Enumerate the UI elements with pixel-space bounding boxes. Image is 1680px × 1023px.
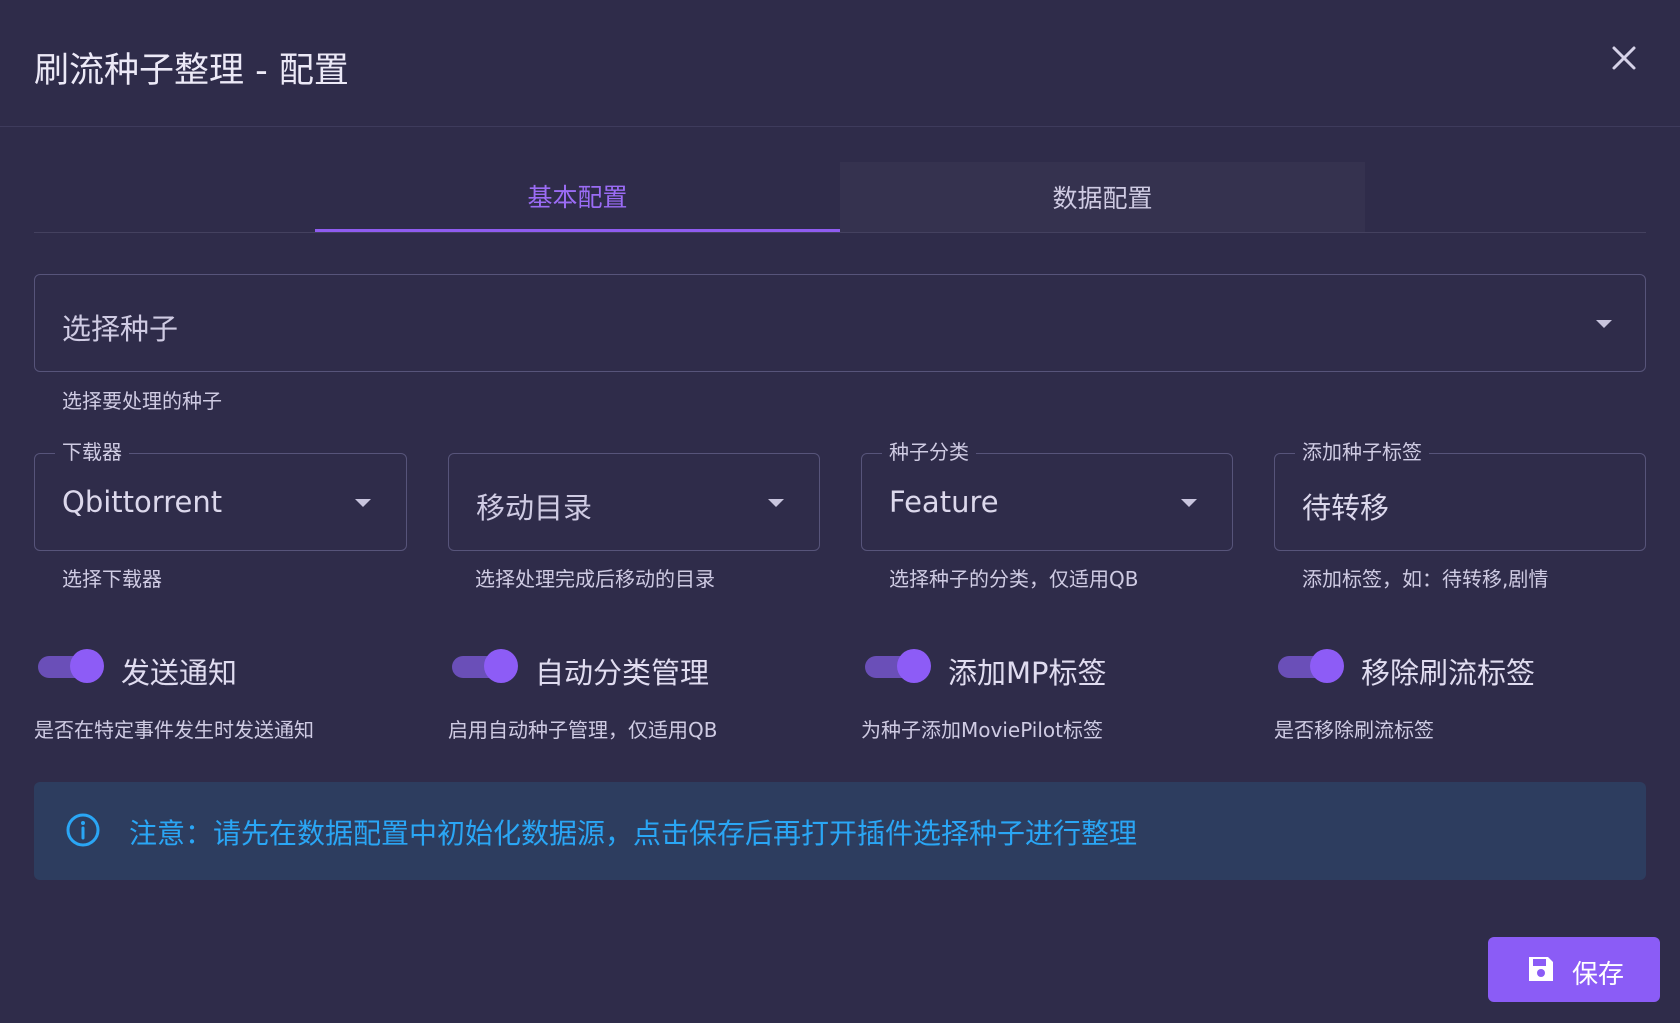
auto-category-switch-hint: 启用自动种子管理，仅适用QB [448, 718, 718, 742]
save-icon [1526, 954, 1556, 984]
remove-brush-tag-switch[interactable] [1278, 646, 1348, 686]
switch-thumb [484, 649, 518, 683]
dialog-title: 刷流种子整理 - 配置 [34, 51, 349, 91]
add-tag-label: 添加种子标签 [1295, 440, 1429, 464]
info-alert: 注意：请先在数据配置中初始化数据源，点击保存后再打开插件选择种子进行整理 [34, 782, 1646, 880]
dialog-header: 刷流种子整理 - 配置 [0, 0, 1680, 127]
close-icon[interactable] [1604, 38, 1644, 78]
mp-tag-switch[interactable] [865, 646, 935, 686]
tab-bar: 基本配置 数据配置 [34, 162, 1646, 233]
save-button-label: 保存 [1572, 960, 1625, 990]
add-tag-hint: 添加标签，如：待转移,剧情 [1302, 567, 1549, 591]
category-value: Feature [889, 485, 999, 519]
chevron-down-icon [355, 499, 371, 507]
downloader-label: 下载器 [55, 440, 129, 464]
switch-thumb [1310, 649, 1344, 683]
downloader-select[interactable]: 下载器 Qbittorrent [34, 440, 407, 551]
auto-category-switch-label: 自动分类管理 [535, 656, 710, 690]
move-dir-placeholder: 移动目录 [476, 491, 593, 525]
move-dir-hint: 选择处理完成后移动的目录 [475, 567, 715, 591]
notify-switch-hint: 是否在特定事件发生时发送通知 [34, 718, 314, 742]
remove-brush-tag-switch-hint: 是否移除刷流标签 [1274, 718, 1434, 742]
config-dialog: 刷流种子整理 - 配置 基本配置 数据配置 选择种子 选择要处理的种子 下载器 … [0, 0, 1680, 1023]
torrent-select-hint: 选择要处理的种子 [62, 389, 222, 413]
category-hint: 选择种子的分类，仅适用QB [889, 567, 1139, 591]
torrent-select[interactable]: 选择种子 [34, 274, 1646, 372]
add-tag-value: 待转移 [1302, 491, 1390, 525]
mp-tag-switch-label: 添加MP标签 [948, 656, 1107, 690]
notify-switch[interactable] [38, 646, 108, 686]
add-tag-input[interactable]: 添加种子标签 待转移 [1274, 440, 1646, 551]
chevron-down-icon [1181, 499, 1197, 507]
tab-basic-config[interactable]: 基本配置 [315, 162, 840, 232]
tab-data-config[interactable]: 数据配置 [840, 162, 1365, 232]
chevron-down-icon [1596, 320, 1612, 328]
torrent-select-placeholder: 选择种子 [62, 312, 179, 346]
move-dir-select[interactable]: 移动目录 [448, 453, 820, 551]
chevron-down-icon [768, 499, 784, 507]
downloader-value: Qbittorrent [62, 485, 223, 519]
info-icon [65, 812, 101, 848]
downloader-hint: 选择下载器 [62, 567, 162, 591]
switch-thumb [70, 649, 104, 683]
alert-text: 注意：请先在数据配置中初始化数据源，点击保存后再打开插件选择种子进行整理 [129, 817, 1138, 850]
mp-tag-switch-hint: 为种子添加MoviePilot标签 [861, 718, 1104, 742]
category-label: 种子分类 [882, 440, 976, 464]
save-button[interactable]: 保存 [1488, 937, 1660, 1002]
remove-brush-tag-switch-label: 移除刷流标签 [1361, 656, 1536, 690]
auto-category-switch[interactable] [452, 646, 522, 686]
switch-thumb [897, 649, 931, 683]
category-select[interactable]: 种子分类 Feature [861, 440, 1233, 551]
notify-switch-label: 发送通知 [121, 656, 238, 690]
